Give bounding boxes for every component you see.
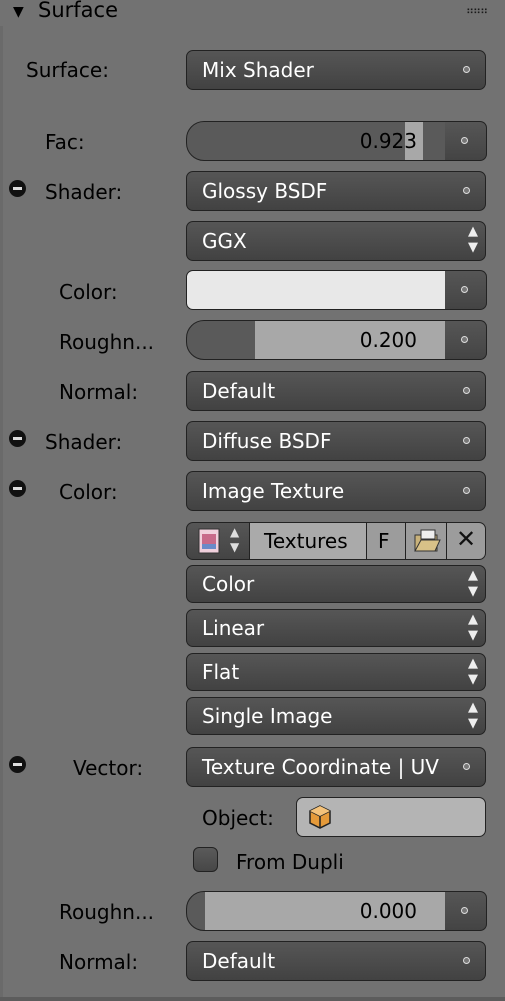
- projection-value: Flat: [202, 660, 240, 684]
- diffuse-color-label: Color:: [59, 480, 118, 504]
- socket-dot-icon: [463, 437, 470, 444]
- fac-socket-button[interactable]: [445, 121, 487, 161]
- glossy-roughness-value: 0.200: [359, 328, 417, 352]
- remove-link-icon[interactable]: [9, 480, 26, 497]
- fake-user-label: F: [378, 529, 390, 553]
- updown-arrows-icon: ▲ ▼: [468, 656, 478, 687]
- shader2-label: Shader:: [45, 430, 123, 454]
- socket-dot-icon: [461, 137, 468, 144]
- object-label: Object:: [202, 806, 274, 830]
- interpolation-value: Linear: [202, 616, 265, 640]
- panel-title: Surface: [38, 0, 119, 22]
- image-name-value: Textures: [264, 529, 348, 553]
- unlink-image-button[interactable]: ✕: [446, 522, 486, 560]
- socket-dot-icon: [463, 387, 470, 394]
- color-space-value: Color: [202, 572, 255, 596]
- glossy-roughness-socket-button[interactable]: [445, 320, 487, 360]
- remove-link-icon[interactable]: [9, 180, 26, 197]
- remove-link-icon[interactable]: [9, 756, 26, 773]
- object-field[interactable]: [296, 797, 486, 837]
- open-image-button[interactable]: [405, 522, 447, 560]
- updown-arrows-icon: ▲ ▼: [230, 525, 240, 554]
- glossy-roughness-label: Roughn...: [59, 330, 155, 354]
- diffuse-roughness-label: Roughn...: [59, 900, 155, 924]
- socket-dot-icon: [463, 957, 470, 964]
- folder-open-icon: [414, 529, 441, 552]
- distribution-dropdown[interactable]: GGX ▲ ▼: [186, 221, 486, 261]
- socket-dot-icon: [461, 336, 468, 343]
- diffuse-color-value: Image Texture: [202, 479, 345, 503]
- diffuse-color-menu[interactable]: Image Texture: [186, 471, 486, 511]
- image-browse-button[interactable]: ▲ ▼: [186, 522, 250, 560]
- socket-dot-icon: [461, 907, 468, 914]
- updown-arrows-icon: ▲ ▼: [468, 612, 478, 643]
- panel-bottom-border: [0, 997, 505, 1001]
- shader1-menu[interactable]: Glossy BSDF: [186, 171, 486, 211]
- from-dupli-checkbox[interactable]: [193, 847, 218, 872]
- surface-shader-value: Mix Shader: [202, 58, 314, 82]
- fake-user-button[interactable]: F: [366, 522, 406, 560]
- color-space-dropdown[interactable]: Color ▲ ▼: [186, 565, 486, 603]
- diffuse-roughness-slider[interactable]: 0.000: [186, 891, 446, 931]
- vector-menu[interactable]: Texture Coordinate | UV: [186, 747, 486, 787]
- interpolation-dropdown[interactable]: Linear ▲ ▼: [186, 609, 486, 647]
- remove-link-icon[interactable]: [9, 430, 26, 447]
- glossy-normal-label: Normal:: [59, 380, 139, 404]
- updown-arrows-icon: ▲ ▼: [468, 224, 478, 255]
- image-name-field[interactable]: Textures: [249, 522, 367, 560]
- shader1-value: Glossy BSDF: [202, 179, 328, 203]
- vector-label: Vector:: [73, 756, 144, 780]
- close-icon: ✕: [456, 525, 477, 553]
- distribution-value: GGX: [202, 229, 247, 253]
- from-dupli-label: From Dupli: [236, 850, 344, 874]
- shader1-label: Shader:: [45, 180, 123, 204]
- socket-dot-icon: [463, 487, 470, 494]
- updown-arrows-icon: ▲ ▼: [468, 700, 478, 731]
- source-value: Single Image: [202, 704, 333, 728]
- glossy-normal-value: Default: [202, 379, 276, 403]
- socket-dot-icon: [463, 187, 470, 194]
- fac-slider[interactable]: 0.923: [186, 121, 446, 161]
- updown-arrows-icon: ▲ ▼: [468, 568, 478, 599]
- shader2-menu[interactable]: Diffuse BSDF: [186, 421, 486, 461]
- projection-dropdown[interactable]: Flat ▲ ▼: [186, 653, 486, 691]
- surface-label: Surface:: [26, 58, 109, 82]
- collapse-triangle-icon[interactable]: ▼: [13, 4, 24, 20]
- glossy-color-swatch[interactable]: [186, 270, 446, 310]
- source-dropdown[interactable]: Single Image ▲ ▼: [186, 697, 486, 735]
- drag-grip-icon[interactable]: ⠶⠶⠶: [466, 4, 488, 17]
- surface-shader-menu[interactable]: Mix Shader: [186, 50, 486, 90]
- diffuse-roughness-value: 0.000: [359, 899, 417, 923]
- object-cube-icon: [309, 805, 331, 829]
- socket-dot-icon: [463, 763, 470, 770]
- glossy-color-socket-button[interactable]: [445, 270, 487, 310]
- shader2-value: Diffuse BSDF: [202, 429, 332, 453]
- diffuse-normal-menu[interactable]: Default: [186, 941, 486, 981]
- vector-value: Texture Coordinate | UV: [202, 755, 439, 779]
- image-icon: [198, 528, 220, 554]
- fac-value: 0.923: [359, 129, 417, 153]
- glossy-normal-menu[interactable]: Default: [186, 371, 486, 411]
- panel-left-border: [0, 26, 3, 997]
- glossy-roughness-slider[interactable]: 0.200: [186, 320, 446, 360]
- diffuse-roughness-socket-button[interactable]: [445, 891, 487, 931]
- socket-dot-icon: [463, 66, 470, 73]
- diffuse-normal-label: Normal:: [59, 950, 139, 974]
- socket-dot-icon: [461, 286, 468, 293]
- glossy-color-label: Color:: [59, 280, 118, 304]
- diffuse-normal-value: Default: [202, 949, 276, 973]
- fac-label: Fac:: [45, 130, 85, 154]
